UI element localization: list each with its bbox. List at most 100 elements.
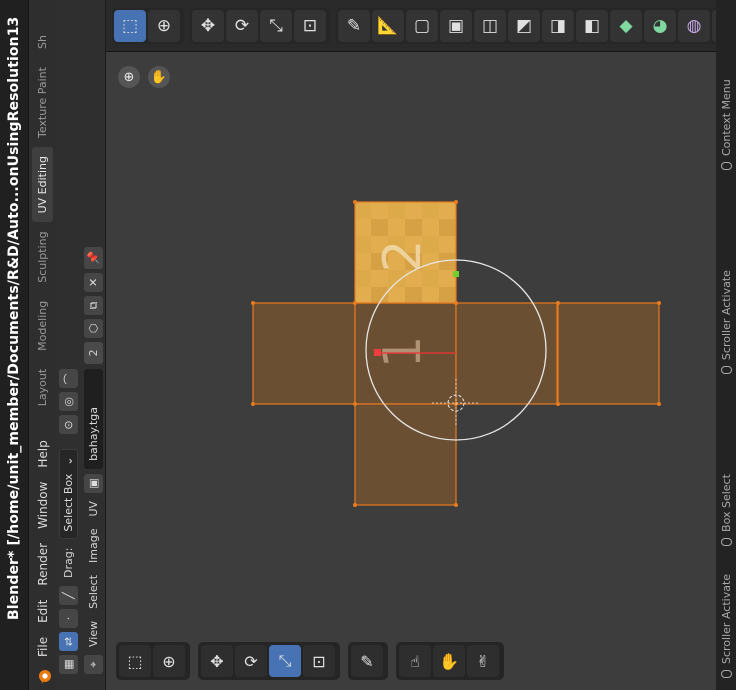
bottom-annotate-group: ✎	[348, 642, 388, 680]
left-menu-strip: Blender* [/home/unit_member/Documents/R&…	[0, 0, 56, 690]
editor-type-icon[interactable]: ▦	[59, 655, 78, 674]
uv-face-left[interactable]	[252, 302, 356, 405]
bottom-toolbar: ⬚ ⊕ ✥ ⟳ ⤡ ⊡ ✎ ☝ ✋ ✌	[116, 640, 512, 682]
grab-icon[interactable]: ☝	[399, 645, 431, 677]
blender-logo-icon[interactable]	[35, 668, 53, 686]
snap-icon[interactable]: ⌒	[59, 369, 78, 389]
hand-pan-icon[interactable]: ✋	[148, 66, 170, 88]
tab-uv-editing[interactable]: UV Editing	[32, 147, 53, 223]
menu-edit[interactable]: Edit	[36, 593, 50, 630]
pinch-icon[interactable]: ✌	[467, 645, 499, 677]
top-tool-header: ⬚ ⊕ ✥ ⟳ ⤡ ⊡ ✎ 📐 ▢ ▣ ◫ ◩ ◨ ◧ ◆ ◕ ◍ ▱	[106, 0, 736, 52]
menu-view[interactable]: View	[87, 615, 100, 653]
uv-face-far-right[interactable]	[557, 302, 660, 405]
uv-face-right[interactable]	[455, 302, 558, 405]
mouse-icon	[720, 537, 732, 546]
knife-tool-icon[interactable]: ◧	[576, 9, 608, 42]
cursor-icon[interactable]: ⊕	[153, 645, 185, 677]
uv-face-bottom[interactable]	[354, 403, 457, 506]
move-tool-icon[interactable]: ✥	[192, 9, 224, 42]
loop-cut-tool-icon[interactable]: ◨	[542, 9, 574, 42]
tab-shading[interactable]: Sh	[32, 26, 53, 58]
menu-image[interactable]: Image	[87, 523, 100, 569]
gizmo-y-handle[interactable]	[453, 271, 459, 277]
uv-canvas-svg: 2 1	[251, 200, 661, 507]
measure-tool-icon[interactable]: 📐	[372, 9, 404, 42]
select-mode-dropdown[interactable]: Select Box ⌄	[59, 449, 78, 539]
bottom-transform-group: ✥ ⟳ ⤡ ⊡	[198, 642, 340, 680]
extrude-tool-icon[interactable]: ▣	[440, 9, 472, 42]
proportional-icon[interactable]: ◎	[59, 392, 78, 412]
menu-file[interactable]: File	[36, 630, 50, 664]
sticky-mode-icon[interactable]: ⊙	[59, 415, 78, 435]
poly-build-tool-icon[interactable]: ◆	[610, 9, 642, 42]
face-label-2: 2	[373, 239, 433, 272]
pin-icon[interactable]: 📌	[84, 247, 103, 269]
scale-icon[interactable]: ⤡	[269, 645, 301, 677]
status-item-box-select: Box Select	[720, 474, 733, 546]
zoom-in-icon[interactable]: ⊕	[118, 66, 140, 88]
select-box-icon[interactable]: ⬚	[119, 645, 151, 677]
image-browse-icon[interactable]: ▣	[84, 473, 103, 493]
menu-window[interactable]: Window	[36, 475, 50, 536]
face-label-1: 1	[373, 335, 433, 368]
status-item-right-scroll: Scroller Activate	[720, 270, 733, 375]
edge-select-icon[interactable]: ╱	[59, 586, 78, 605]
main-menu-bar: File Edit Render Window Help Layout Mode…	[28, 0, 56, 690]
mouse-icon	[720, 162, 732, 171]
pivot-icon[interactable]: ⌖	[84, 655, 103, 674]
inset-tool-icon[interactable]: ◫	[474, 9, 506, 42]
select-tool-group: ⬚ ⊕	[112, 7, 184, 44]
add-cube-tool-icon[interactable]: ▢	[406, 9, 438, 42]
transform-tool-group: ✥ ⟳ ⤡ ⊡	[190, 7, 330, 44]
drag-label: Drag:	[62, 547, 75, 578]
scale-tool-icon[interactable]: ⤡	[260, 9, 292, 42]
rotate-tool-icon[interactable]: ⟳	[226, 9, 258, 42]
sync-selection-icon[interactable]: ⇄	[59, 632, 78, 651]
close-icon[interactable]: ✕	[84, 272, 103, 292]
bottom-select-group: ⬚ ⊕	[116, 642, 190, 680]
uv-editor-header: ▦ ⇄ · ╱ Drag: Select Box ⌄ ⊙ ◎ ⌒ ⌖ View …	[56, 0, 106, 690]
image-name-field[interactable]: bahay.tga	[84, 368, 103, 469]
window-title: Blender* [/home/unit_member/Documents/R&…	[6, 16, 22, 620]
tab-sculpting[interactable]: Sculpting	[32, 222, 53, 291]
image-user-count[interactable]: 2	[84, 341, 103, 364]
menu-render[interactable]: Render	[36, 536, 50, 593]
fake-user-icon[interactable]: ⬡	[84, 318, 103, 338]
smooth-tool-icon[interactable]: ◍	[678, 9, 710, 42]
spin-tool-icon[interactable]: ◕	[644, 9, 676, 42]
rotate-icon[interactable]: ⟳	[235, 645, 267, 677]
select-box-tool-icon[interactable]: ⬚	[114, 9, 146, 42]
menu-uv[interactable]: UV	[87, 495, 100, 523]
annotate-tool-icon[interactable]: ✎	[338, 9, 370, 42]
tab-layout[interactable]: Layout	[32, 360, 53, 415]
mouse-icon	[720, 670, 732, 678]
annotate-icon[interactable]: ✎	[351, 645, 383, 677]
uv-viewport[interactable]: 2 1 ⊕ ✋	[106, 52, 716, 690]
transform-tool-icon[interactable]: ⊡	[294, 9, 326, 42]
tab-texture-paint[interactable]: Texture Paint	[32, 58, 53, 147]
title-bar: Blender* [/home/unit_member/Documents/R&…	[0, 0, 28, 690]
new-image-icon[interactable]: ⧉	[84, 295, 103, 315]
transform-icon[interactable]: ⊡	[303, 645, 335, 677]
gizmo-x-handle[interactable]	[374, 349, 381, 356]
vertex-select-icon[interactable]: ·	[59, 609, 78, 628]
status-row: Scroller Activate Box Select Scroller Ac…	[716, 0, 736, 690]
status-item-context-menu: Context Menu	[720, 79, 733, 171]
select-mode-value: Select Box	[62, 473, 75, 532]
cursor-tool-icon[interactable]: ⊕	[148, 9, 180, 42]
chevron-down-icon: ⌄	[62, 456, 75, 466]
menu-help[interactable]: Help	[36, 433, 50, 474]
uv-header-row-menus: ⌖ View Select Image UV ▣ bahay.tga 2 ⬡ ⧉…	[81, 0, 106, 690]
edit-tool-group: ✎ 📐 ▢ ▣ ◫ ◩ ◨ ◧ ◆ ◕ ◍ ▱	[336, 7, 736, 44]
move-icon[interactable]: ✥	[201, 645, 233, 677]
mouse-icon	[720, 366, 732, 375]
tab-modeling[interactable]: Modeling	[32, 292, 53, 360]
uv-header-row-tools: ▦ ⇄ · ╱ Drag: Select Box ⌄ ⊙ ◎ ⌒	[56, 0, 81, 690]
menu-select[interactable]: Select	[87, 569, 100, 615]
image-name-value: bahay.tga	[87, 407, 100, 461]
bottom-sculpt-group: ☝ ✋ ✌	[396, 642, 504, 680]
relax-icon[interactable]: ✋	[433, 645, 465, 677]
bevel-tool-icon[interactable]: ◩	[508, 9, 540, 42]
status-item-left-scroll: Scroller Activate	[720, 574, 733, 678]
